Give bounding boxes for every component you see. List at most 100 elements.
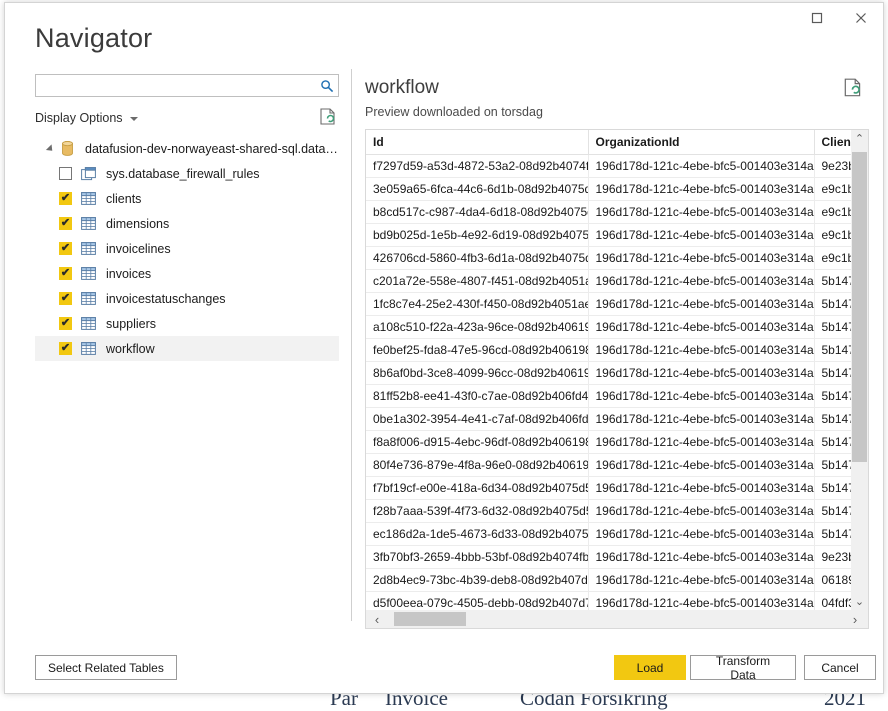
preview-table: Id OrganizationId ClientId f7297d59-a53d…	[366, 130, 851, 610]
table-cell-id: bd9b025d-1e5b-4e92-6d19-08d92b4075d5	[366, 224, 588, 247]
tree-item-checkbox[interactable]: ✔	[59, 267, 72, 280]
table-cell-id: b8cd517c-c987-4da4-6d18-08d92b4075d5	[366, 201, 588, 224]
table-cell-organizationid: 196d178d-121c-4ebe-bfc5-001403e314a7	[588, 178, 814, 201]
table-row[interactable]: ec186d2a-1de5-4673-6d33-08d92b4075d5196d…	[366, 523, 851, 546]
table-cell-id: f7297d59-a53d-4872-53a2-08d92b4074fb	[366, 155, 588, 178]
table-row[interactable]: 81ff52b8-ee41-43f0-c7ae-08d92b406fd4196d…	[366, 385, 851, 408]
tree-item-workflow[interactable]: ✔ workflow	[35, 336, 339, 361]
table-row[interactable]: 2d8b4ec9-73bc-4b39-deb8-08d92b407d77196d…	[366, 569, 851, 592]
table-row[interactable]: b8cd517c-c987-4da4-6d18-08d92b4075d5196d…	[366, 201, 851, 224]
table-cell-id: 426706cd-5860-4fb3-6d1a-08d92b4075d5	[366, 247, 588, 270]
close-button[interactable]	[839, 3, 883, 33]
transform-data-button[interactable]: Transform Data	[690, 655, 796, 680]
column-header-id[interactable]: Id	[366, 130, 588, 155]
scroll-down-arrow-icon[interactable]: ⌄	[851, 593, 868, 610]
table-cell-id: d5f00eea-079c-4505-debb-08d92b407d77	[366, 592, 588, 611]
tree-item-checkbox[interactable]	[59, 167, 72, 180]
scroll-right-arrow-icon[interactable]: ›	[846, 610, 864, 628]
table-cell-organizationid: 196d178d-121c-4ebe-bfc5-001403e314a7	[588, 431, 814, 454]
table-cell-organizationid: 196d178d-121c-4ebe-bfc5-001403e314a7	[588, 454, 814, 477]
tree-item-checkbox[interactable]: ✔	[59, 242, 72, 255]
tree-root-label: datafusion-dev-norwayeast-shared-sql.dat…	[85, 142, 339, 156]
tree-item-invoicelines[interactable]: ✔ invoicelines	[35, 236, 339, 261]
display-options-button[interactable]: Display Options	[35, 111, 138, 125]
table-row[interactable]: a108c510-f22a-423a-96ce-08d92b406198196d…	[366, 316, 851, 339]
tree-item-label: suppliers	[106, 317, 156, 331]
cancel-button[interactable]: Cancel	[804, 655, 876, 680]
search-box[interactable]	[35, 74, 339, 97]
vertical-scrollbar-thumb[interactable]	[852, 152, 867, 462]
tree-item-clients[interactable]: ✔ clients	[35, 186, 339, 211]
table-cell-clientid: 5b147	[814, 385, 851, 408]
table-row[interactable]: f28b7aaa-539f-4f73-6d32-08d92b4075d5196d…	[366, 500, 851, 523]
tree-item-label: sys.database_firewall_rules	[106, 167, 260, 181]
table-row[interactable]: 3e059a65-6fca-44c6-6d1b-08d92b4075d5196d…	[366, 178, 851, 201]
close-icon	[855, 12, 867, 24]
tree-item-checkbox[interactable]: ✔	[59, 217, 72, 230]
table-cell-organizationid: 196d178d-121c-4ebe-bfc5-001403e314a7	[588, 247, 814, 270]
table-row[interactable]: f8a8f006-d915-4ebc-96df-08d92b406198196d…	[366, 431, 851, 454]
column-header-organizationid[interactable]: OrganizationId	[588, 130, 814, 155]
table-row[interactable]: f7297d59-a53d-4872-53a2-08d92b4074fb196d…	[366, 155, 851, 178]
tree-root-node[interactable]: datafusion-dev-norwayeast-shared-sql.dat…	[35, 136, 339, 161]
display-options-label: Display Options	[35, 111, 123, 125]
table-row[interactable]: 8b6af0bd-3ce8-4099-96cc-08d92b406198196d…	[366, 362, 851, 385]
tree-item-sys-database-firewall-rules[interactable]: sys.database_firewall_rules	[35, 161, 339, 186]
table-row[interactable]: bd9b025d-1e5b-4e92-6d19-08d92b4075d5196d…	[366, 224, 851, 247]
vertical-scrollbar[interactable]: ⌃ ⌄	[851, 130, 868, 610]
tree-item-checkbox[interactable]: ✔	[59, 192, 72, 205]
table-cell-id: 1fc8c7e4-25e2-430f-f450-08d92b4051ae	[366, 293, 588, 316]
expander-triangle-icon[interactable]	[43, 142, 57, 156]
tree-item-dimensions[interactable]: ✔ dimensions	[35, 211, 339, 236]
tree-item-checkbox[interactable]: ✔	[59, 317, 72, 330]
table-row[interactable]: 3fb70bf3-2659-4bbb-53bf-08d92b4074fb196d…	[366, 546, 851, 569]
table-row[interactable]: 80f4e736-879e-4f8a-96e0-08d92b406198196d…	[366, 454, 851, 477]
tree-item-checkbox[interactable]: ✔	[59, 342, 72, 355]
table-icon	[80, 291, 97, 306]
maximize-button[interactable]	[795, 3, 839, 33]
search-icon[interactable]	[316, 75, 338, 96]
table-icon	[80, 266, 97, 281]
table-row[interactable]: 1fc8c7e4-25e2-430f-f450-08d92b4051ae196d…	[366, 293, 851, 316]
table-cell-id: fe0bef25-fda8-47e5-96cd-08d92b406198	[366, 339, 588, 362]
tree-item-checkbox[interactable]: ✔	[59, 292, 72, 305]
preview-data-grid[interactable]: Id OrganizationId ClientId f7297d59-a53d…	[365, 129, 869, 629]
scroll-left-arrow-icon[interactable]: ‹	[368, 610, 386, 628]
table-cell-clientid: 06189	[814, 569, 851, 592]
table-row[interactable]: fe0bef25-fda8-47e5-96cd-08d92b406198196d…	[366, 339, 851, 362]
check-icon: ✔	[61, 243, 70, 254]
scroll-up-arrow-icon[interactable]: ⌃	[851, 130, 868, 147]
table-cell-clientid: e9c1b	[814, 224, 851, 247]
table-cell-organizationid: 196d178d-121c-4ebe-bfc5-001403e314a7	[588, 477, 814, 500]
table-cell-organizationid: 196d178d-121c-4ebe-bfc5-001403e314a7	[588, 270, 814, 293]
check-icon: ✔	[61, 268, 70, 279]
grid-viewport: Id OrganizationId ClientId f7297d59-a53d…	[366, 130, 851, 610]
table-row[interactable]: 0be1a302-3954-4e41-c7af-08d92b406fd4196d…	[366, 408, 851, 431]
table-row[interactable]: d5f00eea-079c-4505-debb-08d92b407d77196d…	[366, 592, 851, 611]
tree-item-invoicestatuschanges[interactable]: ✔ invoicestatuschanges	[35, 286, 339, 311]
column-header-clientid[interactable]: ClientId	[814, 130, 851, 155]
refresh-document-button[interactable]	[319, 107, 339, 129]
load-button[interactable]: Load	[614, 655, 686, 680]
horizontal-scrollbar-thumb[interactable]	[394, 612, 466, 626]
check-icon: ✔	[61, 193, 70, 204]
table-icon	[80, 191, 97, 206]
horizontal-scrollbar[interactable]: ‹ ›	[366, 610, 868, 628]
table-row[interactable]: c201a72e-558e-4807-f451-08d92b4051ae196d…	[366, 270, 851, 293]
maximize-icon	[811, 12, 823, 24]
table-cell-organizationid: 196d178d-121c-4ebe-bfc5-001403e314a7	[588, 523, 814, 546]
table-cell-clientid: 5b147	[814, 431, 851, 454]
tree-item-suppliers[interactable]: ✔ suppliers	[35, 311, 339, 336]
object-tree[interactable]: datafusion-dev-norwayeast-shared-sql.dat…	[35, 136, 339, 629]
table-cell-clientid: 5b147	[814, 408, 851, 431]
preview-pane: workflow Preview downloaded on torsdag I…	[363, 69, 869, 629]
table-row[interactable]: f7bf19cf-e00e-418a-6d34-08d92b4075d5196d…	[366, 477, 851, 500]
preview-refresh-button[interactable]	[843, 77, 865, 101]
search-input[interactable]	[36, 75, 316, 96]
tree-item-invoices[interactable]: ✔ invoices	[35, 261, 339, 286]
table-cell-clientid: 5b147	[814, 500, 851, 523]
tree-item-label: dimensions	[106, 217, 169, 231]
select-related-tables-button[interactable]: Select Related Tables	[35, 655, 177, 680]
table-cell-clientid: 5b147	[814, 270, 851, 293]
table-row[interactable]: 426706cd-5860-4fb3-6d1a-08d92b4075d5196d…	[366, 247, 851, 270]
